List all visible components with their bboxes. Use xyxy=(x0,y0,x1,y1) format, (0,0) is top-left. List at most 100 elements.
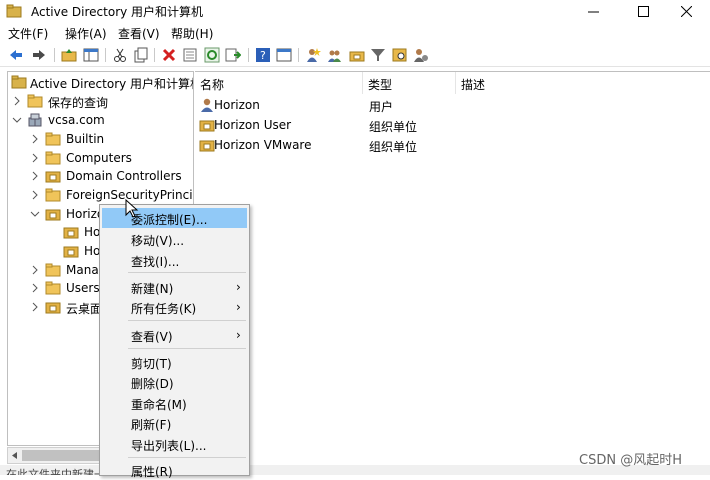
title-bar: Active Directory 用户和计算机 xyxy=(0,0,710,22)
tree-builtin-label: Builtin xyxy=(66,132,105,146)
submenu-arrow-icon: › xyxy=(236,300,241,314)
column-header-type[interactable]: 类型 xyxy=(363,72,456,94)
minimize-button[interactable] xyxy=(571,0,617,22)
menu-item-label: 删除(D) xyxy=(131,377,174,391)
up-folder-icon[interactable] xyxy=(61,47,77,63)
row-type: 组织单位 xyxy=(369,120,418,134)
tree-horizon-vmware-label: Ho xyxy=(84,244,101,258)
tree-users-label: Users xyxy=(66,281,100,295)
row-name: Horizon xyxy=(214,98,260,112)
menu-item-delete[interactable]: 删除(D) xyxy=(102,372,247,392)
toolbar-separator xyxy=(154,48,155,62)
menu-item-new[interactable]: 新建(N) › xyxy=(102,277,247,297)
menu-item-view[interactable]: 查看(V) › xyxy=(102,325,247,345)
folder-icon xyxy=(27,94,43,108)
new-user-icon[interactable] xyxy=(305,47,321,63)
details-list[interactable]: 名称 类型 描述 Horizon 用户 Horizon User 组织单位 Ho… xyxy=(195,71,710,465)
console-icon[interactable] xyxy=(276,47,292,63)
menu-item-find[interactable]: 查找(I)... xyxy=(102,250,247,270)
menu-item-cut[interactable]: 剪切(T) xyxy=(102,352,247,372)
row-name: Horizon VMware xyxy=(214,138,312,152)
collapse-chevron-icon[interactable] xyxy=(30,209,40,219)
collapse-chevron-icon[interactable] xyxy=(12,115,22,125)
column-header-description[interactable]: 描述 xyxy=(456,72,710,94)
ou-folder-icon xyxy=(63,246,79,258)
menu-separator xyxy=(128,272,246,273)
scroll-left-icon[interactable] xyxy=(10,451,19,460)
maximize-button[interactable] xyxy=(621,0,667,22)
filter-icon[interactable] xyxy=(370,47,386,63)
tree-foreign-security-principals[interactable]: ForeignSecurityPrincipa xyxy=(8,186,193,204)
properties-icon[interactable] xyxy=(182,47,198,63)
menu-item-export-list[interactable]: 导出列表(L)... xyxy=(102,434,247,454)
menu-item-move[interactable]: 移动(V)... xyxy=(102,229,247,249)
cut-icon[interactable] xyxy=(112,47,128,63)
maximize-icon xyxy=(638,6,649,17)
scroll-thumb[interactable] xyxy=(22,450,107,461)
context-menu: 委派控制(E)... 移动(V)... 查找(I)... 新建(N) › 所有任务… xyxy=(99,204,250,479)
expand-chevron-icon[interactable] xyxy=(12,96,22,106)
menu-item-rename[interactable]: 重命名(M) xyxy=(102,393,247,413)
menu-item-label: 属性(R) xyxy=(131,465,173,479)
menu-bar: 文件(F) 操作(A) 查看(V) 帮助(H) xyxy=(0,23,710,42)
folder-icon xyxy=(45,188,61,202)
menu-help[interactable]: 帮助(H) xyxy=(171,25,213,42)
menu-item-refresh[interactable]: 刷新(F) xyxy=(102,413,247,433)
toolbar: ? xyxy=(0,43,710,67)
menu-action[interactable]: 操作(A) xyxy=(65,25,107,42)
folder-icon xyxy=(45,263,61,277)
list-row[interactable]: Horizon 用户 xyxy=(195,95,710,115)
menu-item-all-tasks[interactable]: 所有任务(K) › xyxy=(102,297,247,317)
delete-icon[interactable] xyxy=(161,47,177,63)
toolbar-separator xyxy=(298,48,299,62)
close-button[interactable] xyxy=(664,0,710,22)
menu-item-label: 刷新(F) xyxy=(131,418,172,432)
menu-item-label: 导出列表(L)... xyxy=(131,439,207,453)
add-to-group-icon[interactable] xyxy=(413,47,429,63)
list-row[interactable]: Horizon VMware 组织单位 xyxy=(195,135,710,155)
column-header-name[interactable]: 名称 xyxy=(195,72,363,94)
tree-saved-queries-label: 保存的查询 xyxy=(48,96,109,110)
expand-chevron-icon[interactable] xyxy=(30,190,40,200)
export-list-icon[interactable] xyxy=(225,47,241,63)
tree-saved-queries[interactable]: 保存的查询 xyxy=(8,92,193,110)
menu-item-delegate-control[interactable]: 委派控制(E)... xyxy=(102,208,247,228)
back-arrow-icon[interactable] xyxy=(8,47,24,63)
window-title: Active Directory 用户和计算机 xyxy=(31,5,204,19)
list-row[interactable]: Horizon User 组织单位 xyxy=(195,115,710,135)
copy-icon[interactable] xyxy=(133,47,149,63)
tree-root[interactable]: Active Directory 用户和计算机 xyxy=(8,73,193,91)
menu-view[interactable]: 查看(V) xyxy=(118,25,160,42)
tree-domain-controllers[interactable]: Domain Controllers xyxy=(8,167,193,185)
close-icon xyxy=(681,6,692,17)
menu-separator xyxy=(128,320,246,321)
ou-folder-icon xyxy=(45,171,61,183)
menu-item-label: 剪切(T) xyxy=(131,357,172,371)
row-name: Horizon User xyxy=(214,118,292,132)
tree-domain[interactable]: vcsa.com xyxy=(8,111,193,129)
folder-icon xyxy=(45,281,61,295)
expand-chevron-icon[interactable] xyxy=(30,153,40,163)
expand-chevron-icon[interactable] xyxy=(30,171,40,181)
new-ou-icon[interactable] xyxy=(349,47,365,63)
tree-builtin[interactable]: Builtin xyxy=(8,130,193,148)
find-icon[interactable] xyxy=(392,47,408,63)
menu-item-label: 委派控制(E)... xyxy=(131,213,208,227)
tree-computers[interactable]: Computers xyxy=(8,149,193,167)
toolbar-separator xyxy=(54,48,55,62)
expand-chevron-icon[interactable] xyxy=(30,134,40,144)
menu-item-label: 查找(I)... xyxy=(131,255,180,269)
help-icon[interactable]: ? xyxy=(255,47,271,63)
show-console-tree-icon[interactable] xyxy=(83,47,99,63)
menu-item-label: 移动(V)... xyxy=(131,234,185,248)
expand-chevron-icon[interactable] xyxy=(30,265,40,275)
expand-chevron-icon[interactable] xyxy=(30,302,40,312)
menu-item-properties[interactable]: 属性(R) xyxy=(102,460,247,479)
submenu-arrow-icon: › xyxy=(236,328,241,342)
forward-arrow-icon[interactable] xyxy=(31,47,47,63)
expand-chevron-icon[interactable] xyxy=(30,283,40,293)
user-icon xyxy=(201,98,213,112)
menu-file[interactable]: 文件(F) xyxy=(8,25,48,42)
new-group-icon[interactable] xyxy=(327,47,343,63)
refresh-icon[interactable] xyxy=(204,47,220,63)
